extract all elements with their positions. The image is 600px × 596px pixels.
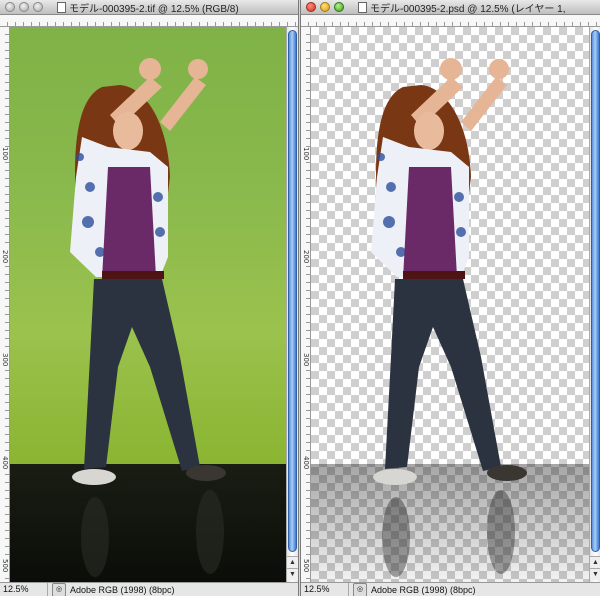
window-title: モデル-000395-2.psd @ 12.5% (レイヤー 1, xyxy=(370,3,566,15)
title-bar[interactable]: モデル-000395-2.tif @ 12.5% (RGB/8) xyxy=(0,0,298,15)
image-canvas[interactable] xyxy=(311,27,589,582)
ruler-tick: 500 xyxy=(301,559,310,573)
status-bar: 12.5% ◎ Adobe RGB (1998) (8bpc) xyxy=(301,582,600,596)
model-cutout xyxy=(371,58,527,577)
zoom-level[interactable]: 12.5% xyxy=(0,583,48,596)
minimize-icon[interactable] xyxy=(19,2,29,12)
ruler-tick: 500 xyxy=(0,559,9,573)
ruler-tick: 200 xyxy=(0,250,9,264)
vertical-scrollbar[interactable]: ▲ ▼ xyxy=(589,27,600,582)
ruler-vertical[interactable]: 100 200 300 400 500 xyxy=(301,27,311,582)
image-canvas[interactable] xyxy=(10,27,286,582)
scrollbar-thumb[interactable] xyxy=(591,30,600,552)
status-bar: 12.5% ◎ Adobe RGB (1998) (8bpc) xyxy=(0,582,298,596)
document-icon xyxy=(358,1,367,13)
zoom-level[interactable]: 12.5% xyxy=(301,583,349,596)
ruler-tick: 400 xyxy=(0,456,9,470)
ruler-tick: 200 xyxy=(301,250,310,264)
window-controls xyxy=(301,2,358,12)
document-icon xyxy=(57,1,66,13)
window-title: モデル-000395-2.tif @ 12.5% (RGB/8) xyxy=(69,3,239,15)
scrollbar-thumb[interactable] xyxy=(288,30,297,552)
zoom-icon[interactable] xyxy=(33,2,43,12)
ruler-tick: 300 xyxy=(0,353,9,367)
title-bar[interactable]: モデル-000395-2.psd @ 12.5% (レイヤー 1, xyxy=(301,0,600,15)
status-arrow-icon[interactable]: ◎ xyxy=(52,582,66,596)
minimize-icon[interactable] xyxy=(320,2,330,12)
ruler-tick: 100 xyxy=(301,147,310,161)
model-photo xyxy=(70,58,226,577)
scroll-down-icon[interactable]: ▼ xyxy=(287,568,298,580)
scroll-up-icon[interactable]: ▲ xyxy=(590,556,600,568)
document-window-left[interactable]: モデル-000395-2.tif @ 12.5% (RGB/8) 100 200… xyxy=(0,0,299,596)
color-profile: Adobe RGB (1998) (8bpc) xyxy=(70,584,175,595)
window-controls xyxy=(0,2,57,12)
vertical-scrollbar[interactable]: ▲ ▼ xyxy=(286,27,298,582)
status-arrow-icon[interactable]: ◎ xyxy=(353,582,367,596)
scroll-down-icon[interactable]: ▼ xyxy=(590,568,600,580)
ruler-horizontal[interactable] xyxy=(301,15,600,27)
ruler-tick: 100 xyxy=(0,147,9,161)
close-icon[interactable] xyxy=(306,2,316,12)
scroll-up-icon[interactable]: ▲ xyxy=(287,556,298,568)
color-profile: Adobe RGB (1998) (8bpc) xyxy=(371,584,476,595)
ruler-tick: 400 xyxy=(301,456,310,470)
ruler-vertical[interactable]: 100 200 300 400 500 xyxy=(0,27,10,582)
ruler-horizontal[interactable] xyxy=(0,15,298,27)
zoom-icon[interactable] xyxy=(334,2,344,12)
ruler-tick: 300 xyxy=(301,353,310,367)
document-window-right[interactable]: モデル-000395-2.psd @ 12.5% (レイヤー 1, 100 20… xyxy=(300,0,600,596)
close-icon[interactable] xyxy=(5,2,15,12)
